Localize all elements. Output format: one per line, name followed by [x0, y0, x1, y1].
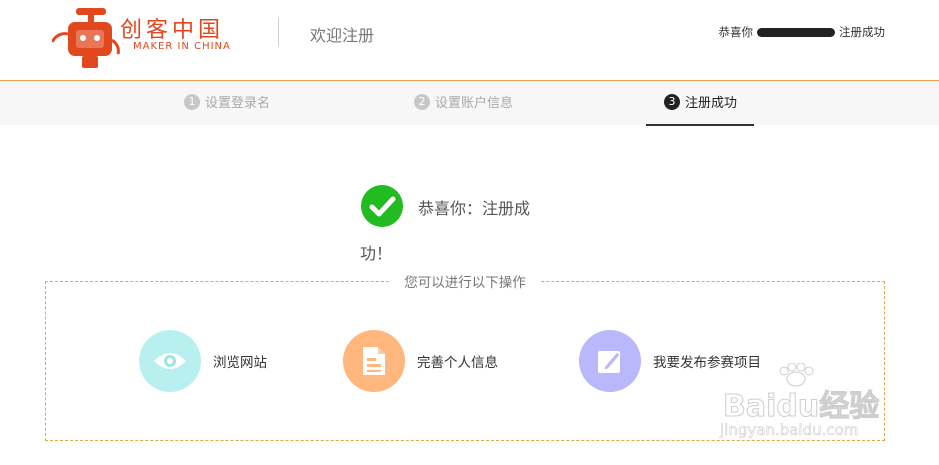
browse-site-label: 浏览网站 [213, 355, 267, 371]
header-divider [278, 18, 279, 46]
success-message: 恭喜你：注册成 [418, 199, 531, 218]
document-icon [343, 330, 405, 392]
user-status: 恭喜你 注册成功 [719, 24, 886, 40]
edit-icon [579, 330, 641, 392]
step-label: 注册成功 [685, 96, 738, 111]
user-status-prefix: 恭喜你 [718, 25, 754, 39]
step-label: 设置登录名 [205, 96, 271, 111]
step-set-account-info: 2 设置账户信息 [414, 92, 513, 111]
step-register-success: 3 注册成功 [664, 92, 737, 111]
watermark-brand: Baidu经验 [722, 389, 880, 425]
step-set-login-name: 1 设置登录名 [184, 92, 270, 111]
success-message-continued: 功！ [360, 244, 393, 263]
complete-profile-label: 完善个人信息 [417, 355, 498, 371]
eye-icon [139, 330, 201, 392]
watermark-url: jingyan.baidu.com [720, 421, 859, 440]
logo-title: 创客中国 [120, 18, 225, 43]
step-number: 1 [184, 93, 200, 110]
step-number: 3 [664, 93, 680, 110]
page-title: 欢迎注册 [310, 26, 375, 45]
success-check-icon [361, 185, 403, 227]
next-actions-title: 您可以进行以下操作 [390, 271, 540, 291]
logo-subtitle: MAKER IN CHINA [133, 41, 231, 52]
step-label: 设置账户信息 [435, 96, 514, 111]
masked-username [757, 27, 835, 37]
step-number: 2 [414, 93, 430, 110]
active-step-indicator [646, 124, 754, 126]
complete-profile-action[interactable]: 完善个人信息 [343, 330, 498, 392]
registration-steps: 1 设置登录名 2 设置账户信息 3 注册成功 [0, 81, 939, 126]
baidu-watermark: Baidu经验 jingyan.baidu.com [718, 363, 898, 443]
header: 创客中国 MAKER IN CHINA 欢迎注册 恭喜你 注册成功 [0, 0, 939, 81]
user-status-suffix: 注册成功 [839, 25, 885, 39]
browse-site-action[interactable]: 浏览网站 [139, 330, 267, 392]
